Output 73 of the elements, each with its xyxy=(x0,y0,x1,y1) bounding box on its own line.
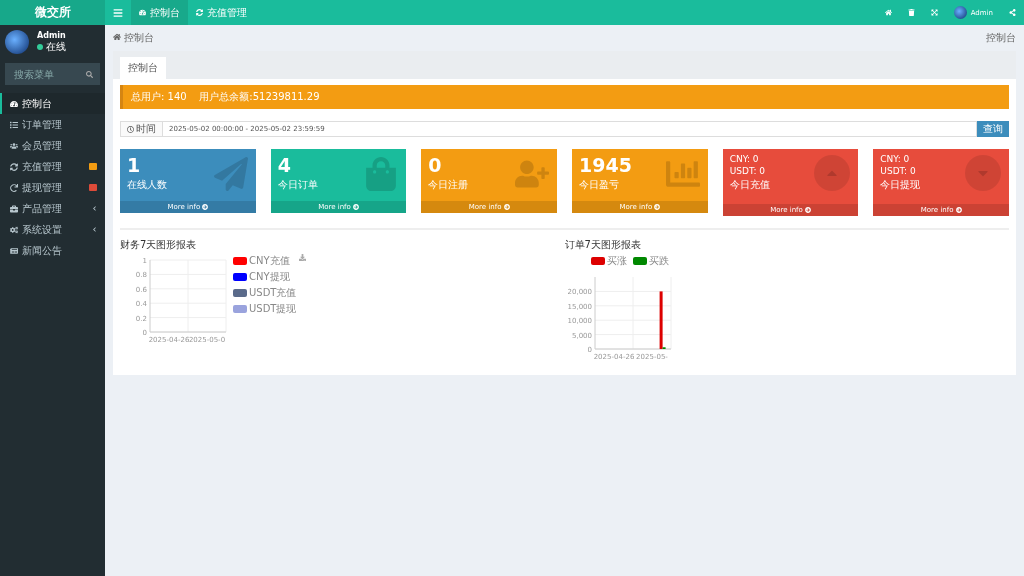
page-title: 控制台 xyxy=(986,31,1016,45)
chart-title: 订单7天图形报表 xyxy=(564,238,642,252)
stat-line: CNY: 0 xyxy=(880,154,910,164)
user-plus-icon xyxy=(515,157,549,191)
stat-label: 今日注册 xyxy=(428,178,469,192)
expand-icon xyxy=(930,9,938,16)
newspaper-icon xyxy=(10,246,18,255)
clock-icon xyxy=(127,125,134,133)
redo-icon xyxy=(10,183,18,192)
paper-plane-icon xyxy=(213,157,248,191)
stat-label: 在线人数 xyxy=(127,178,167,192)
refresh-icon xyxy=(196,9,203,16)
user-name: Admin xyxy=(37,30,66,40)
briefcase-icon xyxy=(10,204,18,213)
tab[interactable]: 控制台 xyxy=(120,57,166,79)
sidebar-item[interactable]: 充值管理 xyxy=(0,156,105,177)
chart-title: 财务7天图形报表 xyxy=(120,238,198,252)
arrow-icon xyxy=(654,204,661,210)
gears-icon xyxy=(10,225,18,234)
stat-label: 今日充值 xyxy=(729,178,770,192)
trash-icon xyxy=(907,9,915,16)
share-icon xyxy=(1009,9,1016,16)
home-icon xyxy=(113,33,121,41)
stat-value: 0 xyxy=(428,154,442,176)
top-nav-tab[interactable]: 充值管理 xyxy=(188,0,255,25)
home-icon xyxy=(884,9,892,16)
stat-label: 今日订单 xyxy=(277,178,318,192)
legend-item[interactable]: USDT提现 xyxy=(233,302,297,316)
query-button[interactable]: 查询 xyxy=(977,121,1009,137)
legend-item[interactable]: USDT充值 xyxy=(233,286,297,300)
search-icon[interactable] xyxy=(86,70,93,78)
stat-value: 1 xyxy=(127,154,141,176)
arrow-icon xyxy=(202,204,209,210)
avatar xyxy=(953,6,967,19)
arrow-icon xyxy=(955,207,962,213)
search-input[interactable]: 搜索菜单 xyxy=(12,67,82,81)
legend-item[interactable]: 买跌 xyxy=(632,254,669,268)
stat-line: CNY: 0 xyxy=(729,154,759,164)
search-field[interactable]: 搜索菜单 xyxy=(5,63,100,85)
sidebar-item[interactable]: 系统设置 xyxy=(0,219,105,240)
legend-item[interactable]: 买涨 xyxy=(590,254,627,268)
stat-value: 4 xyxy=(277,154,291,176)
arrow-icon xyxy=(352,204,359,210)
time-label: 时间 xyxy=(136,122,156,136)
sidebar-item[interactable]: 订单管理 xyxy=(0,114,105,135)
stat-line: USDT: 0 xyxy=(880,166,916,176)
shopping-bag-icon xyxy=(364,157,399,191)
sidebar-item[interactable]: 控制台 xyxy=(0,93,105,114)
stat-line: USDT: 0 xyxy=(729,166,765,176)
sidebar-item[interactable]: 产品管理 xyxy=(0,198,105,219)
legend-item[interactable]: CNY提现 xyxy=(233,270,297,284)
arrow-icon xyxy=(503,204,510,210)
users-icon xyxy=(10,141,18,150)
sidebar-item[interactable]: 提现管理 xyxy=(0,177,105,198)
breadcrumb[interactable]: 控制台 xyxy=(113,31,155,45)
sidebar-item[interactable]: 新闻公告 xyxy=(0,240,105,261)
sidebar-item[interactable]: 会员管理 xyxy=(0,135,105,156)
dashboard-icon xyxy=(10,99,18,108)
stat-label: 今日盈亏 xyxy=(579,178,619,192)
refresh-icon xyxy=(10,162,18,171)
summary-alert: 总用户: 140 用户总余额:51239811.29 xyxy=(120,85,1009,109)
list-icon xyxy=(10,120,18,129)
download-icon[interactable] xyxy=(299,254,307,261)
avatar xyxy=(5,30,29,54)
dashboard-icon xyxy=(139,9,146,16)
arrow-icon xyxy=(804,207,811,213)
online-status: 在线 xyxy=(37,39,66,54)
menu-icon[interactable] xyxy=(113,7,123,18)
top-nav-tab[interactable]: 控制台 xyxy=(131,0,188,25)
stat-label: 今日提现 xyxy=(880,178,921,192)
stat-value: 1945 xyxy=(579,154,632,176)
legend-item[interactable]: CNY充值 xyxy=(233,254,297,268)
brand-logo[interactable]: 微交所 xyxy=(0,0,105,25)
